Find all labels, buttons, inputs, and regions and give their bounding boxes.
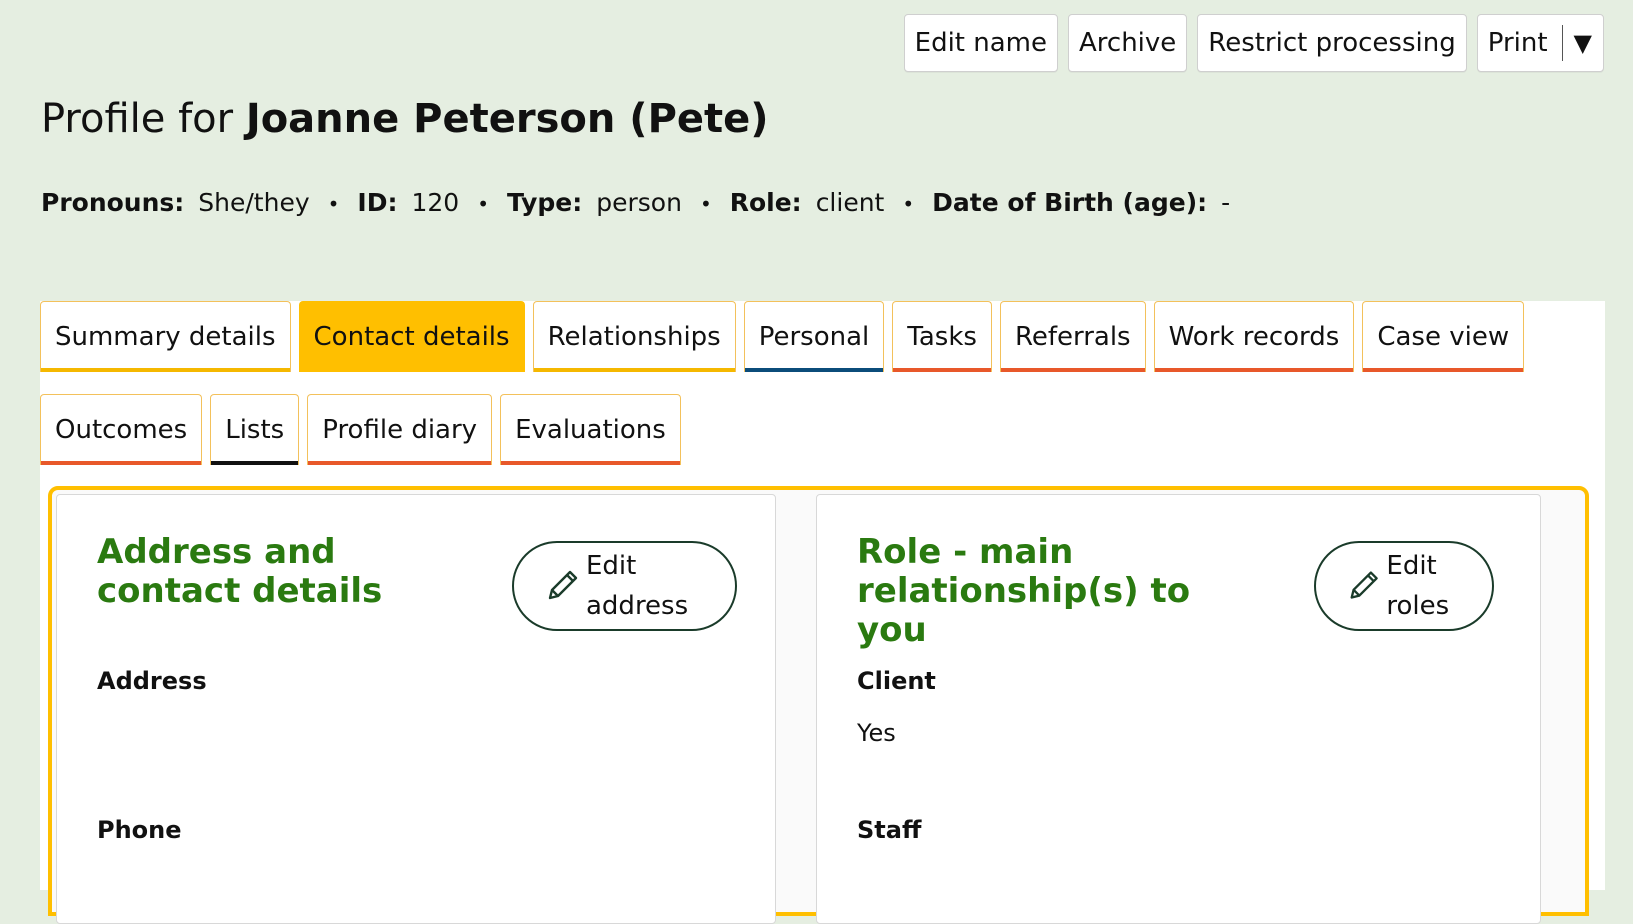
tab-summary-details[interactable]: Summary details bbox=[40, 301, 291, 372]
client-label: Client bbox=[857, 667, 936, 695]
dob-value: - bbox=[1221, 188, 1231, 217]
tab-contact-details[interactable]: Contact details bbox=[298, 301, 525, 372]
meta-separator: • bbox=[327, 192, 340, 216]
meta-separator: • bbox=[699, 192, 712, 216]
pronouns-label: Pronouns: bbox=[41, 188, 185, 217]
address-label: Address bbox=[97, 667, 207, 695]
pronouns-value: She/they bbox=[198, 188, 310, 217]
tab-row-2: Outcomes Lists Profile diary Evaluations bbox=[40, 394, 689, 465]
edit-address-label-line1: Edit bbox=[586, 551, 637, 581]
print-button[interactable]: Print bbox=[1478, 15, 1562, 71]
profile-meta: Pronouns: She/they • ID: 120 • Type: per… bbox=[41, 188, 1230, 217]
restrict-processing-button[interactable]: Restrict processing bbox=[1197, 14, 1467, 72]
pencil-icon bbox=[548, 570, 578, 600]
role-value: client bbox=[815, 188, 885, 217]
dob-label: Date of Birth (age): bbox=[932, 188, 1208, 217]
page-title: Profile for Joanne Peterson (Pete) bbox=[41, 96, 769, 142]
edit-roles-label: Edit roles bbox=[1386, 546, 1492, 626]
edit-roles-button[interactable]: Edit roles bbox=[1314, 541, 1494, 631]
tab-personal[interactable]: Personal bbox=[743, 301, 885, 372]
id-value: 120 bbox=[411, 188, 460, 217]
tab-tasks[interactable]: Tasks bbox=[892, 301, 992, 372]
tab-profile-diary[interactable]: Profile diary bbox=[307, 394, 493, 465]
edit-roles-label-line2: roles bbox=[1386, 591, 1450, 621]
tab-work-records[interactable]: Work records bbox=[1153, 301, 1355, 372]
type-value: person bbox=[596, 188, 682, 217]
archive-button[interactable]: Archive bbox=[1068, 14, 1188, 72]
profile-tabs-area: Summary details Contact details Relation… bbox=[40, 301, 1605, 924]
edit-address-label-line2: address bbox=[586, 591, 689, 621]
edit-address-label: Edit address bbox=[586, 546, 696, 626]
pencil-icon bbox=[1350, 571, 1378, 599]
meta-separator: • bbox=[902, 192, 915, 216]
tab-relationships[interactable]: Relationships bbox=[532, 301, 736, 372]
contact-details-panel: Address and contact details Edit address… bbox=[48, 486, 1589, 924]
edit-roles-label-line1: Edit bbox=[1386, 551, 1437, 581]
tab-lists[interactable]: Lists bbox=[210, 394, 300, 465]
address-card: Address and contact details Edit address… bbox=[56, 494, 776, 924]
client-value: Yes bbox=[857, 719, 896, 747]
profile-actions: Edit name Archive Restrict processing Pr… bbox=[903, 14, 1604, 72]
page-title-prefix: Profile for bbox=[41, 96, 234, 142]
phone-label: Phone bbox=[97, 816, 182, 844]
tab-outcomes[interactable]: Outcomes bbox=[40, 394, 203, 465]
id-label: ID: bbox=[357, 188, 398, 217]
edit-address-button[interactable]: Edit address bbox=[512, 541, 737, 631]
print-split-button: Print ▼ bbox=[1476, 14, 1604, 72]
staff-label: Staff bbox=[857, 816, 922, 844]
edit-name-button[interactable]: Edit name bbox=[903, 14, 1058, 72]
tab-case-view[interactable]: Case view bbox=[1362, 301, 1525, 372]
roles-card: Role - main relationship(s) to you Edit … bbox=[816, 494, 1541, 924]
address-card-title: Address and contact details bbox=[97, 532, 383, 611]
tab-evaluations[interactable]: Evaluations bbox=[500, 394, 681, 465]
profile-name: Joanne Peterson (Pete) bbox=[245, 96, 769, 142]
meta-separator: • bbox=[477, 192, 489, 216]
tab-row-1: Summary details Contact details Relation… bbox=[40, 301, 1532, 372]
print-dropdown-icon[interactable]: ▼ bbox=[1563, 29, 1603, 57]
type-label: Type: bbox=[507, 188, 583, 217]
roles-card-title: Role - main relationship(s) to you bbox=[857, 532, 1191, 650]
tab-referrals[interactable]: Referrals bbox=[999, 301, 1146, 372]
role-label: Role: bbox=[729, 188, 802, 217]
